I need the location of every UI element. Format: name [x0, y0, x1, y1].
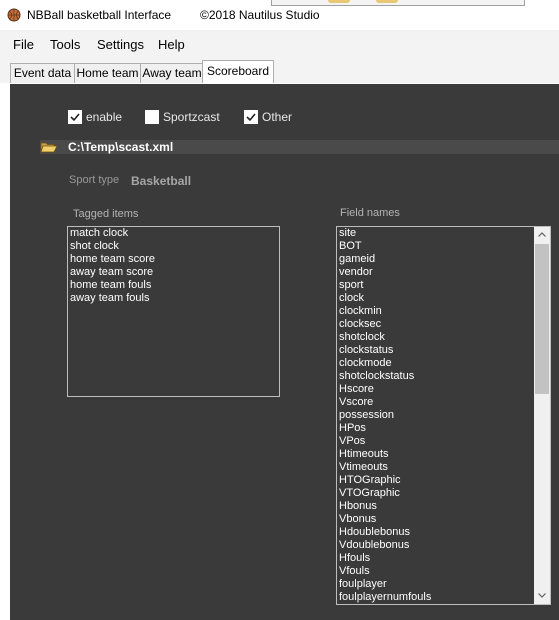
file-path: C:\Temp\scast.xml: [68, 140, 174, 154]
list-item[interactable]: shotclockstatus: [337, 370, 550, 383]
list-item[interactable]: site: [337, 227, 550, 240]
list-item[interactable]: vendor: [337, 266, 550, 279]
list-item[interactable]: Hscore: [337, 383, 550, 396]
list-item[interactable]: shot clock: [68, 240, 279, 253]
list-item[interactable]: foulplayer: [337, 578, 550, 591]
tab-away-team[interactable]: Away team: [140, 63, 204, 83]
tagged-items-list[interactable]: match clock shot clock home team score a…: [67, 226, 280, 397]
list-item[interactable]: clocksec: [337, 318, 550, 331]
list-item[interactable]: clockmode: [337, 357, 550, 370]
tagged-items-label: Tagged items: [73, 208, 139, 220]
menu-settings[interactable]: Settings: [97, 37, 144, 52]
list-item[interactable]: Vfouls: [337, 565, 550, 578]
scoreboard-panel: enable Sportzcast Other C:\Temp\scast.xm…: [8, 83, 559, 620]
list-item[interactable]: Hfouls: [337, 552, 550, 565]
ornament: [376, 0, 398, 3]
folder-open-icon[interactable]: [40, 141, 58, 153]
menu-file[interactable]: File: [13, 37, 34, 52]
arrow-up-icon: [538, 232, 546, 237]
field-names-label: Field names: [340, 207, 400, 219]
list-item[interactable]: Hbonus: [337, 500, 550, 513]
list-item[interactable]: HTOGraphic: [337, 474, 550, 487]
checkmark-icon: [70, 113, 80, 122]
list-item[interactable]: HPos: [337, 422, 550, 435]
list-item[interactable]: Vdoublebonus: [337, 539, 550, 552]
other-option[interactable]: Other: [244, 110, 304, 126]
scroll-thumb[interactable]: [535, 244, 549, 394]
list-item[interactable]: clock: [337, 292, 550, 305]
checkmark-icon: [246, 113, 256, 122]
list-item[interactable]: home team fouls: [68, 279, 279, 292]
list-item[interactable]: match clock: [68, 227, 279, 240]
sportzcast-option[interactable]: Sportzcast: [145, 110, 225, 126]
list-item[interactable]: shotclock: [337, 331, 550, 344]
field-names-scrollbar[interactable]: [534, 227, 550, 604]
list-item[interactable]: VPos: [337, 435, 550, 448]
title-bar: NBBall basketball Interface ©2018 Nautil…: [0, 0, 559, 30]
ornament: [328, 0, 350, 3]
sport-type-label: Sport type: [69, 174, 120, 186]
toolbar-edge: [271, 0, 525, 6]
list-item[interactable]: Htimeouts: [337, 448, 550, 461]
basketball-icon: [7, 8, 21, 22]
list-item[interactable]: clockmin: [337, 305, 550, 318]
window-title: NBBall basketball Interface: [27, 8, 172, 22]
list-item[interactable]: gameid: [337, 253, 550, 266]
sportzcast-checkbox[interactable]: [145, 110, 159, 124]
sport-type-value: Basketball: [131, 174, 192, 188]
list-item[interactable]: Vscore: [337, 396, 550, 409]
arrow-down-icon: [538, 593, 546, 598]
list-item[interactable]: possession: [337, 409, 550, 422]
menu-bar: File Tools Settings Help: [0, 30, 559, 58]
enable-label: enable: [86, 110, 123, 124]
list-item[interactable]: Vbonus: [337, 513, 550, 526]
scroll-up-button[interactable]: [534, 227, 550, 243]
menu-help[interactable]: Help: [158, 37, 185, 52]
sportzcast-label: Sportzcast: [163, 110, 220, 124]
enable-checkbox[interactable]: [68, 110, 82, 124]
menu-tools[interactable]: Tools: [50, 37, 80, 52]
list-item[interactable]: away team score: [68, 266, 279, 279]
file-path-row: C:\Temp\scast.xml: [40, 140, 559, 154]
list-item[interactable]: foulplayernumfouls: [337, 591, 550, 604]
list-item[interactable]: BOT: [337, 240, 550, 253]
copyright-text: ©2018 Nautilus Studio: [200, 8, 320, 22]
enable-option[interactable]: enable: [68, 110, 138, 126]
tab-event-data[interactable]: Event data: [10, 63, 75, 83]
tab-strip: Event data Home team Away team Scoreboar…: [0, 58, 559, 83]
scroll-down-button[interactable]: [534, 588, 550, 604]
list-item[interactable]: VTOGraphic: [337, 487, 550, 500]
tab-home-team[interactable]: Home team: [74, 63, 141, 83]
tab-scoreboard[interactable]: Scoreboard: [202, 60, 274, 83]
list-item[interactable]: sport: [337, 279, 550, 292]
field-names-list[interactable]: site BOT gameid vendor sport clock clock…: [336, 226, 551, 605]
other-checkbox[interactable]: [244, 110, 258, 124]
list-item[interactable]: away team fouls: [68, 292, 279, 305]
list-item[interactable]: clockstatus: [337, 344, 550, 357]
list-item[interactable]: home team score: [68, 253, 279, 266]
other-label: Other: [262, 110, 293, 124]
list-item[interactable]: Hdoublebonus: [337, 526, 550, 539]
list-item[interactable]: Vtimeouts: [337, 461, 550, 474]
